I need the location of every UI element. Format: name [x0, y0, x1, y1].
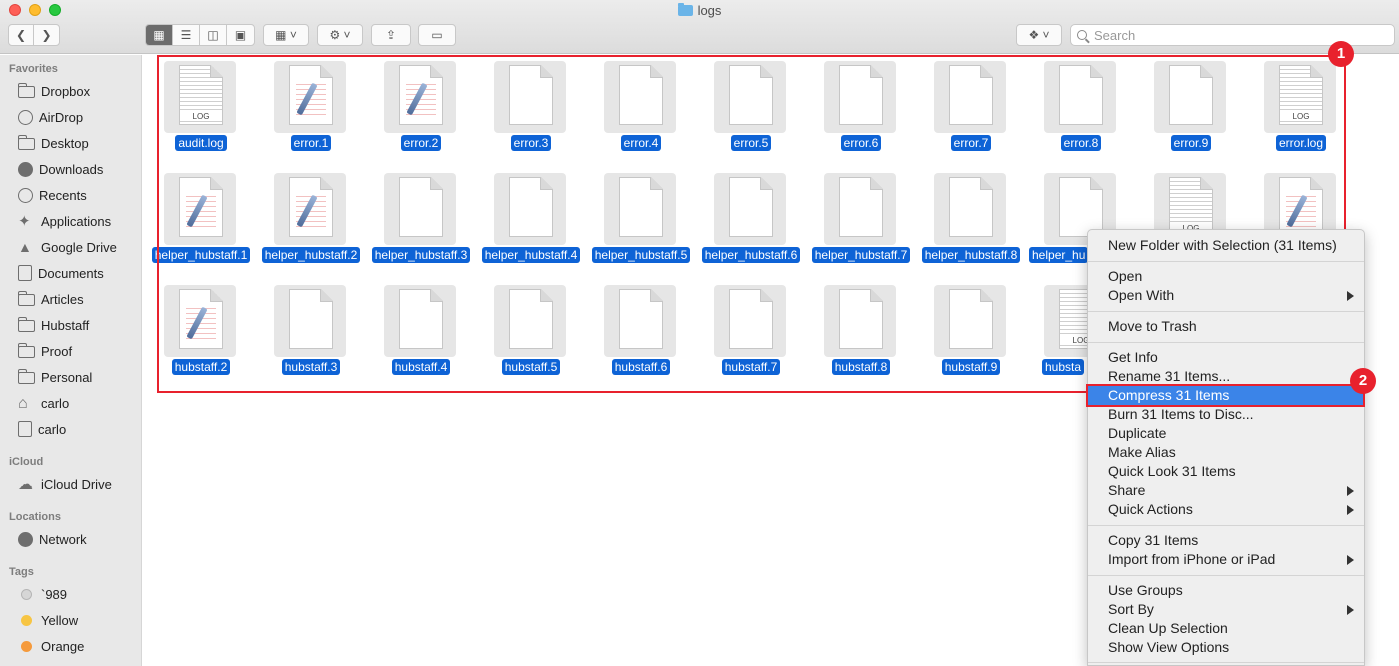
tag-dot-icon — [21, 614, 32, 626]
sidebar: Favorites Dropbox AirDrop Desktop Downlo… — [0, 55, 142, 666]
tag-icon: ▭ — [431, 28, 443, 42]
menu-item-move-to-trash[interactable]: Move to Trash — [1088, 317, 1364, 336]
back-forward-control: ❮ ❯ — [8, 24, 60, 46]
share-icon: ⇪ — [385, 28, 397, 42]
folder-icon — [18, 343, 35, 358]
menu-item-get-info[interactable]: Get Info — [1088, 348, 1364, 367]
dropbox-button[interactable]: ❖ ˅ — [1016, 24, 1062, 46]
menu-item-share[interactable]: Share — [1088, 481, 1364, 500]
toolbar: logs ❮ ❯ ▦ ☰ ◫ ▣ ▦ ˅ ⚙ ˅ ⇪ ▭ ❖ ˅ Search — [0, 0, 1399, 54]
menu-item-open-with[interactable]: Open With — [1088, 286, 1364, 305]
menu-item-use-groups[interactable]: Use Groups — [1088, 581, 1364, 600]
sidebar-item-network[interactable]: Network — [18, 529, 87, 549]
google-drive-icon: ▲ — [18, 238, 32, 255]
favorites-heading: Favorites — [9, 63, 58, 75]
sidebar-item-downloads[interactable]: Downloads — [18, 159, 103, 179]
airdrop-icon — [18, 109, 33, 125]
documents-icon — [18, 265, 32, 281]
cloud-icon: ☁ — [18, 475, 33, 493]
window-title: logs — [0, 3, 1399, 18]
menu-separator — [1088, 261, 1364, 262]
menu-separator — [1088, 342, 1364, 343]
sidebar-tag-orange[interactable]: Orange — [18, 636, 84, 656]
sidebar-item-carlo-home[interactable]: ⌂ carlo — [18, 393, 69, 413]
dropbox-icon — [18, 83, 35, 98]
sidebar-item-airdrop[interactable]: AirDrop — [18, 107, 83, 127]
group-icon: ▦ ˅ — [275, 28, 297, 42]
sidebar-item-desktop[interactable]: Desktop — [18, 133, 89, 153]
back-button[interactable]: ❮ — [9, 25, 35, 45]
menu-separator — [1088, 575, 1364, 576]
menu-item-copy[interactable]: Copy 31 Items — [1088, 531, 1364, 550]
menu-item-quick-look[interactable]: Quick Look 31 Items — [1088, 462, 1364, 481]
sidebar-tag-989[interactable]: `989 — [18, 584, 67, 604]
menu-item-show-view-options[interactable]: Show View Options — [1088, 638, 1364, 657]
menu-item-open[interactable]: Open — [1088, 267, 1364, 286]
sidebar-item-hubstaff[interactable]: Hubstaff — [18, 315, 89, 335]
gallery-view-button[interactable]: ▣ — [227, 25, 254, 45]
submenu-arrow-icon — [1347, 605, 1354, 615]
tags-button[interactable]: ▭ — [418, 24, 456, 46]
submenu-arrow-icon — [1347, 505, 1354, 515]
submenu-arrow-icon — [1347, 291, 1354, 301]
compress-annotation-box — [1086, 384, 1365, 407]
sidebar-item-personal[interactable]: Personal — [18, 367, 92, 387]
dropbox-icon: ❖ ˅ — [1028, 28, 1050, 42]
disk-icon — [18, 421, 32, 437]
tag-dot-icon — [21, 640, 32, 652]
gear-icon: ⚙ ˅ — [329, 28, 351, 42]
tags-heading: Tags — [9, 566, 34, 578]
menu-item-sort-by[interactable]: Sort By — [1088, 600, 1364, 619]
submenu-arrow-icon — [1347, 486, 1354, 496]
menu-item-clean-up-selection[interactable]: Clean Up Selection — [1088, 619, 1364, 638]
menu-item-import-from-iphone[interactable]: Import from iPhone or iPad — [1088, 550, 1364, 569]
menu-item-make-alias[interactable]: Make Alias — [1088, 443, 1364, 462]
applications-icon: ✦ — [18, 212, 31, 230]
tag-dot-icon — [21, 588, 32, 600]
menu-item-duplicate[interactable]: Duplicate — [1088, 424, 1364, 443]
home-icon: ⌂ — [18, 394, 28, 412]
menu-item-burn-to-disc[interactable]: Burn 31 Items to Disc... — [1088, 405, 1364, 424]
sidebar-item-documents[interactable]: Documents — [18, 263, 104, 283]
icloud-heading: iCloud — [9, 456, 44, 468]
list-view-button[interactable]: ☰ — [173, 25, 200, 45]
annotation-badge-1: 1 — [1328, 41, 1354, 67]
folder-icon — [18, 317, 35, 332]
sidebar-item-articles[interactable]: Articles — [18, 289, 84, 309]
network-icon — [18, 531, 33, 547]
menu-separator — [1088, 525, 1364, 526]
forward-button[interactable]: ❯ — [34, 25, 59, 45]
sidebar-item-applications[interactable]: ✦ Applications — [18, 211, 111, 231]
submenu-arrow-icon — [1347, 555, 1354, 565]
sidebar-item-google-drive[interactable]: ▲ Google Drive — [18, 237, 117, 257]
recents-icon — [18, 187, 33, 203]
share-button[interactable]: ⇪ — [371, 24, 411, 46]
sidebar-item-carlo-disk[interactable]: carlo — [18, 419, 66, 439]
search-icon — [1077, 30, 1087, 40]
desktop-icon — [18, 135, 35, 150]
view-mode-control: ▦ ☰ ◫ ▣ — [145, 24, 255, 46]
annotation-badge-2: 2 — [1350, 368, 1376, 394]
column-view-button[interactable]: ◫ — [200, 25, 227, 45]
folder-icon — [677, 3, 693, 16]
sidebar-item-recents[interactable]: Recents — [18, 185, 87, 205]
icon-view-button[interactable]: ▦ — [146, 25, 173, 45]
group-by-button[interactable]: ▦ ˅ — [263, 24, 309, 46]
action-button[interactable]: ⚙ ˅ — [317, 24, 363, 46]
folder-icon — [18, 369, 35, 384]
context-menu: New Folder with Selection (31 Items) Ope… — [1087, 229, 1365, 666]
sidebar-tag-yellow[interactable]: Yellow — [18, 610, 78, 630]
sidebar-item-proof[interactable]: Proof — [18, 341, 72, 361]
downloads-icon — [18, 161, 33, 177]
locations-heading: Locations — [9, 511, 61, 523]
folder-icon — [18, 291, 35, 306]
sidebar-item-dropbox[interactable]: Dropbox — [18, 81, 90, 101]
menu-item-quick-actions[interactable]: Quick Actions — [1088, 500, 1364, 519]
menu-separator — [1088, 662, 1364, 663]
menu-separator — [1088, 311, 1364, 312]
menu-item-new-folder-with-selection[interactable]: New Folder with Selection (31 Items) — [1088, 236, 1364, 255]
sidebar-item-icloud-drive[interactable]: ☁ iCloud Drive — [18, 474, 112, 494]
